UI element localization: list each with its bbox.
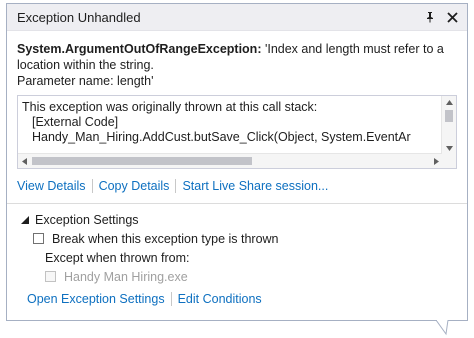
call-stack-frame: [External Code] — [32, 115, 119, 129]
module-row: Handy Man Hiring.exe — [21, 267, 457, 286]
edit-conditions-link[interactable]: Edit Conditions — [178, 292, 262, 306]
popup-title: Exception Unhandled — [17, 9, 141, 25]
vertical-scrollbar[interactable] — [441, 96, 456, 154]
horizontal-scroll-thumb[interactable] — [32, 157, 252, 165]
titlebar: Exception Unhandled — [7, 4, 467, 31]
exception-message: System.ArgumentOutOfRangeException: 'Ind… — [17, 41, 457, 89]
scroll-up-icon[interactable] — [442, 96, 456, 108]
exception-parameter: Parameter name: length' — [17, 74, 154, 88]
copy-details-link[interactable]: Copy Details — [99, 179, 170, 193]
popup-pointer-icon — [436, 320, 449, 336]
break-label[interactable]: Break when this exception type is thrown — [52, 232, 279, 246]
settings-header-row[interactable]: Exception Settings — [21, 210, 457, 229]
module-label: Handy Man Hiring.exe — [64, 269, 188, 284]
live-share-link[interactable]: Start Live Share session... — [182, 179, 328, 193]
view-details-link[interactable]: View Details — [17, 179, 86, 193]
module-checkbox — [45, 271, 56, 282]
exception-helper-popup: Exception Unhandled System.ArgumentOutOf… — [6, 3, 468, 321]
link-separator — [170, 292, 172, 306]
except-row: Except when thrown from: — [21, 248, 457, 267]
scroll-right-icon[interactable] — [430, 154, 442, 168]
collapse-triangle-icon[interactable] — [21, 215, 31, 224]
action-links: View Details Copy Details Start Live Sha… — [17, 179, 457, 193]
except-label: Except when thrown from: — [45, 250, 190, 265]
call-stack-box[interactable]: This exception was originally thrown at … — [17, 95, 457, 169]
horizontal-scrollbar[interactable] — [18, 153, 442, 168]
popup-body: System.ArgumentOutOfRangeException: 'Ind… — [7, 31, 467, 204]
scroll-left-icon[interactable] — [18, 154, 30, 168]
exception-settings: Exception Settings Break when this excep… — [7, 204, 467, 306]
scroll-down-icon[interactable] — [442, 142, 456, 154]
close-icon[interactable] — [443, 8, 461, 26]
settings-header: Exception Settings — [35, 212, 139, 227]
pin-icon[interactable] — [421, 8, 439, 26]
break-row[interactable]: Break when this exception type is thrown — [21, 229, 457, 248]
settings-links: Open Exception Settings Edit Conditions — [21, 292, 457, 306]
scroll-corner — [442, 154, 456, 168]
vertical-scroll-thumb[interactable] — [445, 110, 453, 122]
call-stack-text: This exception was originally thrown at … — [22, 100, 438, 145]
call-stack-intro: This exception was originally thrown at … — [22, 100, 318, 114]
link-separator — [175, 179, 177, 193]
break-checkbox[interactable] — [33, 233, 44, 244]
open-exception-settings-link[interactable]: Open Exception Settings — [27, 292, 165, 306]
exception-type: System.ArgumentOutOfRangeException: — [17, 42, 262, 56]
call-stack-frame: Handy_Man_Hiring.AddCust.butSave_Click(O… — [32, 130, 411, 144]
link-separator — [91, 179, 93, 193]
